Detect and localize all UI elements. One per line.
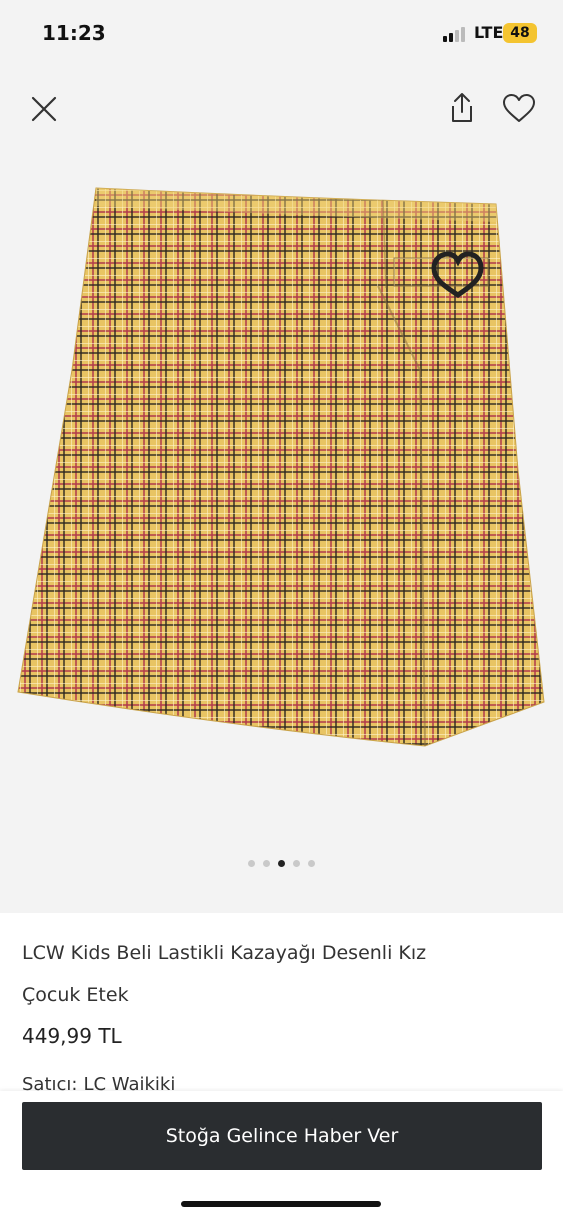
gallery-pagination[interactable] xyxy=(0,860,563,867)
pagination-dot[interactable] xyxy=(308,860,315,867)
close-icon xyxy=(31,96,57,122)
seller-label: Satıcı: xyxy=(22,1074,78,1091)
product-title: LCW Kids Beli Lastikli Kazayağı Desenli … xyxy=(22,942,427,1006)
favorite-button[interactable] xyxy=(499,88,539,128)
pagination-dot[interactable] xyxy=(293,860,300,867)
signal-icon xyxy=(443,27,465,42)
product-gallery[interactable]: 11:23 LTE 48 xyxy=(0,0,563,913)
status-time: 11:23 xyxy=(42,21,106,45)
notify-when-in-stock-button[interactable]: Stoğa Gelince Haber Ver xyxy=(22,1102,542,1170)
share-button[interactable] xyxy=(442,88,482,128)
heart-icon xyxy=(503,94,535,122)
seller-info[interactable]: Satıcı: LC Waikiki xyxy=(22,1074,175,1091)
status-bar: 11:23 LTE 48 xyxy=(0,0,563,68)
close-button[interactable] xyxy=(24,89,64,129)
pagination-dot[interactable] xyxy=(248,860,255,867)
pagination-dot-active[interactable] xyxy=(278,860,285,867)
product-image xyxy=(17,187,545,747)
product-price: 449,99 TL xyxy=(22,1024,122,1048)
home-indicator xyxy=(181,1201,381,1207)
pagination-dot[interactable] xyxy=(263,860,270,867)
bottom-bar: Stoğa Gelince Haber Ver xyxy=(0,1091,563,1218)
seller-name[interactable]: LC Waikiki xyxy=(83,1074,175,1091)
battery-indicator: 48 xyxy=(503,23,537,43)
network-label: LTE xyxy=(474,23,504,42)
share-icon xyxy=(452,93,472,122)
